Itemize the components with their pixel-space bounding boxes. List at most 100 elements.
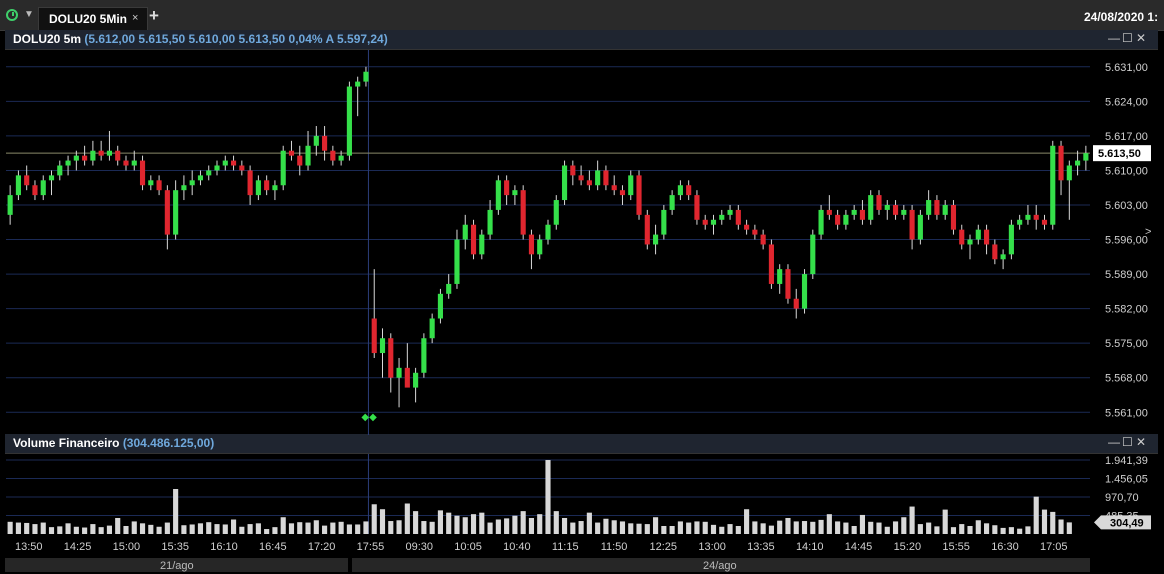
candle-body <box>611 185 617 191</box>
maximize-icon[interactable]: ☐ <box>1122 435 1136 449</box>
volume-bar <box>785 517 791 534</box>
volume-bar <box>909 506 915 534</box>
candle-body <box>189 180 195 186</box>
candle-body <box>65 160 71 166</box>
volume-tick-label: 1.941,39 <box>1105 455 1148 467</box>
candle-body <box>959 229 965 245</box>
time-tick-label: 13:35 <box>747 541 775 553</box>
candle-body <box>818 209 824 235</box>
price-tick-label: 5.631,00 <box>1105 62 1148 74</box>
minimize-icon[interactable]: — <box>1108 31 1122 45</box>
candle-body <box>487 209 493 235</box>
candle-body <box>446 283 452 294</box>
candle-body <box>735 209 741 225</box>
time-tick-label: 17:20 <box>308 541 336 553</box>
volume-window-controls: —☐✕ <box>1108 435 1150 449</box>
candle-body <box>570 165 576 176</box>
chevron-down-icon[interactable]: ▼ <box>24 9 34 20</box>
clock-icon[interactable] <box>6 9 18 21</box>
volume-bar <box>619 521 626 534</box>
candle-body <box>156 180 162 191</box>
maximize-icon[interactable]: ☐ <box>1122 31 1136 45</box>
volume-chart[interactable]: 1.941,391.456,05970,70485,35304,49 <box>0 454 1164 534</box>
candle-body <box>355 81 361 87</box>
volume-bar <box>148 524 154 534</box>
candle-body <box>553 200 559 225</box>
volume-bar <box>669 525 675 534</box>
candle-body <box>578 175 584 181</box>
add-tab-button[interactable]: + <box>149 6 159 26</box>
candle-body <box>255 180 261 196</box>
volume-bar <box>578 521 584 534</box>
volume-bar <box>123 525 129 534</box>
candle-body <box>222 160 228 166</box>
close-icon[interactable]: ✕ <box>1136 435 1150 449</box>
candle-body <box>785 269 791 299</box>
time-tick-label: 16:10 <box>210 541 238 553</box>
candle-body <box>777 269 783 284</box>
volume-bar <box>131 521 137 534</box>
minimize-icon[interactable]: — <box>1108 435 1122 449</box>
candle-body <box>115 150 121 161</box>
volume-bar <box>934 526 940 534</box>
price-tick-label: 5.589,00 <box>1105 269 1148 281</box>
candle-body <box>586 180 592 186</box>
volume-bar <box>611 520 617 534</box>
time-tick-label: 17:55 <box>357 541 385 553</box>
volume-bar <box>595 522 601 534</box>
candle-body <box>603 170 609 186</box>
volume-tick-label: 1.456,05 <box>1105 473 1148 485</box>
candle-body <box>520 190 526 235</box>
volume-bar <box>644 524 650 534</box>
candle-body <box>181 185 187 191</box>
volume-bar <box>661 525 667 534</box>
candle-body <box>388 338 394 378</box>
quote-values: (5.612,00 5.615,50 5.610,00 5.613,50 0,0… <box>84 32 388 46</box>
candle-body <box>760 234 766 245</box>
volume-bar <box>702 521 708 534</box>
close-icon[interactable]: ✕ <box>1136 31 1150 45</box>
candle-body <box>371 318 377 354</box>
volume-bar <box>462 517 468 534</box>
gap-marker-icon: ◆◆ <box>361 412 377 423</box>
time-tick-label: 11:50 <box>601 541 628 553</box>
price-tick-label: 5.596,00 <box>1105 235 1148 247</box>
volume-bar <box>288 523 295 534</box>
volume-bar <box>24 522 30 534</box>
volume-bar <box>901 517 907 534</box>
volume-bar <box>230 519 237 534</box>
volume-bar <box>710 524 717 534</box>
candle-body <box>653 234 659 245</box>
candle-body <box>32 185 38 196</box>
volume-bar <box>313 520 319 534</box>
volume-bar <box>959 524 965 534</box>
volume-bar <box>1033 496 1039 534</box>
candle-body <box>1083 153 1089 161</box>
volume-bar <box>189 524 195 534</box>
candle-body <box>239 165 245 171</box>
price-tick-label: 5.568,00 <box>1105 373 1148 385</box>
candle-body <box>288 150 295 156</box>
volume-bar <box>206 522 212 534</box>
candle-body <box>636 175 642 215</box>
candle-body <box>1075 160 1081 166</box>
candle-body <box>561 165 568 201</box>
volume-bar <box>1041 509 1048 534</box>
volume-bar <box>57 526 63 534</box>
volume-bar <box>512 515 518 534</box>
candle-body <box>313 135 319 146</box>
volume-bar <box>305 522 311 534</box>
volume-bar <box>967 525 973 534</box>
volume-bar <box>437 510 443 534</box>
price-tick-label: 5.561,00 <box>1105 407 1148 419</box>
price-panel-header: DOLU20 5m (5.612,00 5.615,50 5.610,00 5.… <box>5 30 1158 50</box>
close-icon[interactable]: × <box>132 12 138 24</box>
chevron-right-icon[interactable]: > <box>1145 226 1151 238</box>
candle-body <box>123 160 129 166</box>
price-chart[interactable]: ◆◆ 5.631,00 5.624,00 5.617,00 5.610,00 5.603… <box>0 50 1164 435</box>
volume-bar <box>876 522 882 534</box>
time-tick-label: 10:40 <box>503 541 531 553</box>
volume-bar <box>222 524 228 534</box>
tab-dolu20[interactable]: DOLU20 5Min × <box>38 7 148 30</box>
candle-body <box>82 155 88 161</box>
